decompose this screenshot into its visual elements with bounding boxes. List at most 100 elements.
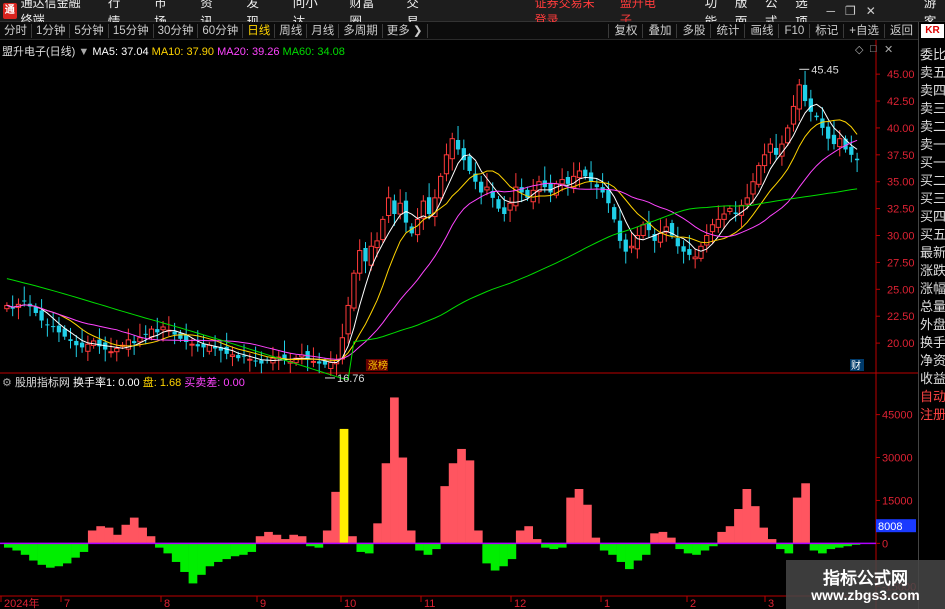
sidebar-auto[interactable]: 自动 xyxy=(920,389,945,405)
sidebar-sell2[interactable]: 卖二 xyxy=(920,119,945,135)
tool-stats[interactable]: 统计 xyxy=(710,23,744,38)
period-timeshare[interactable]: 分时 xyxy=(0,23,32,38)
tool-adjust[interactable]: 复权 xyxy=(608,23,642,38)
period-daily[interactable]: 日线 xyxy=(243,23,276,38)
period-30min[interactable]: 30分钟 xyxy=(154,23,199,38)
candle-body-22 xyxy=(131,341,137,344)
sidebar-sell3[interactable]: 卖三 xyxy=(920,101,945,117)
period-monthly[interactable]: 月线 xyxy=(307,23,340,38)
sub-bar-12 xyxy=(104,527,114,544)
period-60min[interactable]: 60分钟 xyxy=(198,23,244,38)
turnover-value: 换手率1: 0.00 xyxy=(73,377,140,389)
period-weekly[interactable]: 周线 xyxy=(275,23,308,38)
period-5min[interactable]: 5分钟 xyxy=(70,23,109,38)
sub-bar-39 xyxy=(331,491,340,544)
tool-f10[interactable]: F10 xyxy=(778,23,809,38)
sub-bar-5 xyxy=(45,543,55,568)
sub-bar-52 xyxy=(440,486,450,544)
candle-body-76 xyxy=(443,154,450,175)
sub-bar-29 xyxy=(247,543,257,552)
candle-body-13 xyxy=(79,342,85,348)
ma10-value: MA10: 37.90 xyxy=(151,46,215,58)
sidebar-change[interactable]: 涨跌 xyxy=(920,263,945,279)
sidebar-change-pct[interactable]: 涨幅 xyxy=(920,281,945,297)
candle-body-3 xyxy=(22,300,27,302)
main-legend-title: 盟升电子(日线) xyxy=(2,46,76,58)
sidebar-buy2[interactable]: 买二 xyxy=(920,173,945,189)
sidebar-volume[interactable]: 总量 xyxy=(920,299,945,315)
sidebar-sell1[interactable]: 卖一 xyxy=(920,137,945,153)
chart-svg[interactable]: 20.00 22.50 25.00 27.50 30.00 32.50 35.00 37.50… xyxy=(0,40,918,609)
candle-body-99 xyxy=(576,170,583,179)
sidebar-sell4[interactable]: 卖四 xyxy=(920,83,945,99)
tool-multistock[interactable]: 多股 xyxy=(676,23,710,38)
period-more[interactable]: 更多 ❯ xyxy=(383,23,428,38)
sub-bar-2 xyxy=(20,543,30,555)
settings-icon[interactable]: ▼ xyxy=(78,46,89,58)
period-1min[interactable]: 1分钟 xyxy=(32,23,71,38)
restore-icon[interactable]: ❐ xyxy=(845,4,856,18)
sidebar-buy1[interactable]: 买一 xyxy=(920,155,945,171)
close-icon[interactable]: ✕ xyxy=(866,4,876,18)
sidebar-weibi[interactable]: 委比 xyxy=(920,47,945,63)
sidebar-buy3[interactable]: 买三 xyxy=(920,191,945,207)
candle-body-60 xyxy=(351,272,357,309)
sub-bar-10 xyxy=(87,530,97,544)
tool-draw[interactable]: 画线 xyxy=(744,23,778,38)
candle-body-121 xyxy=(704,235,710,246)
kr-badge[interactable]: KR xyxy=(921,24,944,38)
sub-bar-4 xyxy=(37,543,47,565)
candle-body-59 xyxy=(345,304,351,335)
diamond-icon[interactable]: ◇ xyxy=(855,43,863,56)
ma20-line xyxy=(6,139,858,360)
price-tick-label-4: 30.00 xyxy=(887,231,915,243)
time-tick-label-2: 8 xyxy=(164,598,170,609)
candle-body-75 xyxy=(438,175,444,199)
sub-bar-7 xyxy=(62,543,72,564)
sub-bar-82 xyxy=(692,543,701,555)
price-tick-label-0: 20.00 xyxy=(887,338,915,350)
sidebar-latest[interactable]: 最新 xyxy=(920,245,945,261)
sidebar-turnover[interactable]: 换手 xyxy=(920,335,945,351)
sidebar-earnings[interactable]: 收益 xyxy=(920,371,945,387)
candle-body-53 xyxy=(310,360,317,363)
tool-back[interactable]: 返回 xyxy=(884,23,918,38)
maximize-panel-icon[interactable]: □ xyxy=(870,43,877,55)
tool-add-watch[interactable]: +自选 xyxy=(843,23,884,38)
candle-body-67 xyxy=(392,200,397,214)
sub-bar-69 xyxy=(583,504,592,544)
candle-body-19 xyxy=(114,347,120,353)
sidebar-register[interactable]: 注册 xyxy=(920,407,945,423)
sidebar-netasset[interactable]: 净资 xyxy=(920,353,945,369)
candle-body-7 xyxy=(45,324,50,326)
tool-mark[interactable]: 标记 xyxy=(809,23,843,38)
period-multi[interactable]: 多周期 xyxy=(339,23,383,38)
sidebar-buy5[interactable]: 买五 xyxy=(920,227,945,243)
sidebar-outer[interactable]: 外盘 xyxy=(920,317,945,333)
candle-body-113 xyxy=(657,232,664,243)
sub-bar-79 xyxy=(666,537,676,544)
candle-body-131 xyxy=(761,154,768,167)
candle-body-29 xyxy=(172,331,177,335)
disk-value: 盘: 1.68 xyxy=(142,377,182,389)
minimize-icon[interactable]: ─ xyxy=(826,4,835,18)
period-15min[interactable]: 15分钟 xyxy=(109,23,154,38)
tool-overlay[interactable]: 叠加 xyxy=(642,23,676,38)
sub-bar-76 xyxy=(641,543,651,555)
chart-area[interactable]: 20.00 22.50 25.00 27.50 30.00 32.50 35.00 37.50… xyxy=(0,40,918,609)
candle-body-124 xyxy=(721,213,727,220)
candle-body-31 xyxy=(184,334,189,343)
candle-body-11 xyxy=(68,339,73,341)
close-panel-icon[interactable]: ✕ xyxy=(884,43,893,56)
candle-body-119 xyxy=(692,256,698,260)
candle-body-42 xyxy=(247,358,253,361)
sub-bar-50 xyxy=(423,543,433,555)
candle-body-133 xyxy=(773,147,779,155)
candle-body-78 xyxy=(455,139,461,150)
gear-icon[interactable]: ⚙ xyxy=(2,377,12,389)
candle-body-132 xyxy=(767,143,773,153)
sidebar-sell5[interactable]: 卖五 xyxy=(920,65,945,81)
sub-bar-23 xyxy=(197,543,206,575)
sidebar-buy4[interactable]: 买四 xyxy=(920,209,945,225)
sub-bar-71 xyxy=(599,543,609,551)
